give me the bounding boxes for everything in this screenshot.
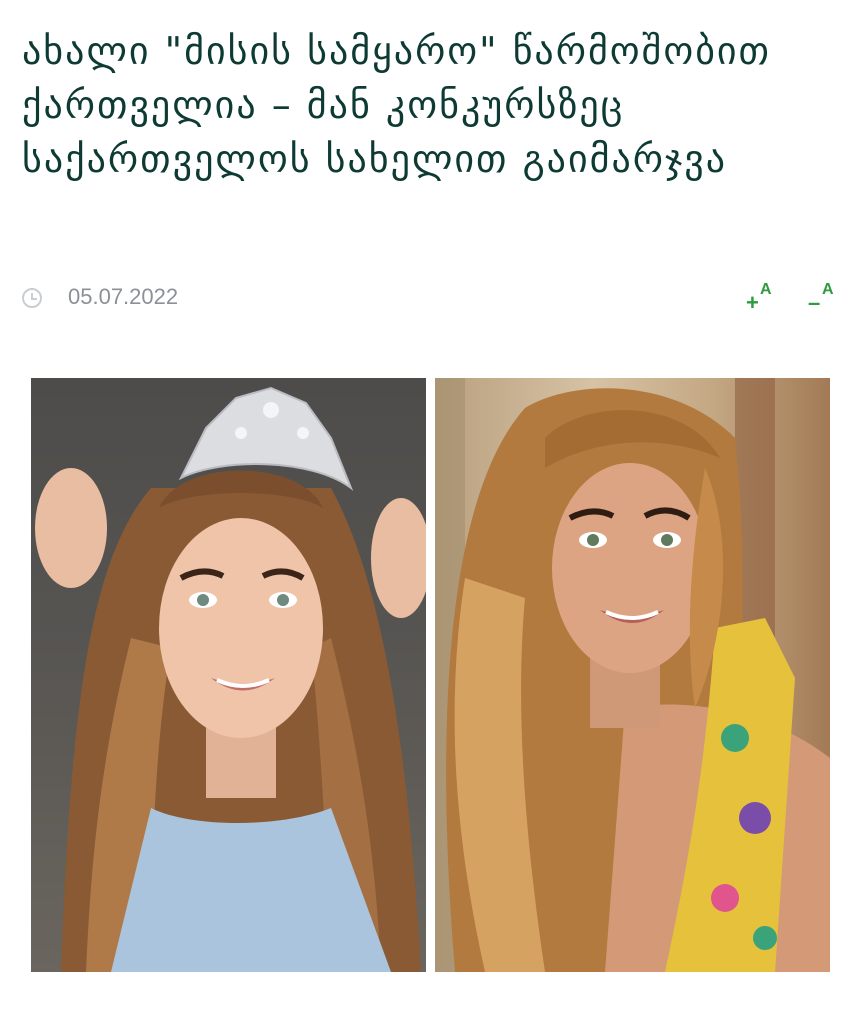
article-page: ახალი "მისის სამყარო" წარმოშობით ქართველ… (0, 0, 859, 1024)
article-meta: 05.07.2022 + A – A (22, 282, 840, 322)
increase-font-button[interactable]: + A (744, 282, 778, 316)
article-title: ახალი "მისის სამყარო" წარმოშობით ქართველ… (22, 29, 771, 181)
photo-right (435, 378, 830, 972)
font-letter-icon: A (822, 281, 834, 298)
article-image (31, 378, 830, 972)
minus-icon: – (808, 290, 821, 315)
portrait-wavy-hair-illustration (435, 378, 830, 972)
font-letter-icon: A (760, 281, 772, 298)
plus-icon: + (746, 290, 759, 315)
photo-left (31, 378, 426, 972)
portrait-tiara-illustration (35, 386, 426, 972)
decrease-font-button[interactable]: – A (806, 282, 840, 316)
article-date: 05.07.2022 (68, 284, 179, 309)
clock-icon (22, 288, 42, 308)
